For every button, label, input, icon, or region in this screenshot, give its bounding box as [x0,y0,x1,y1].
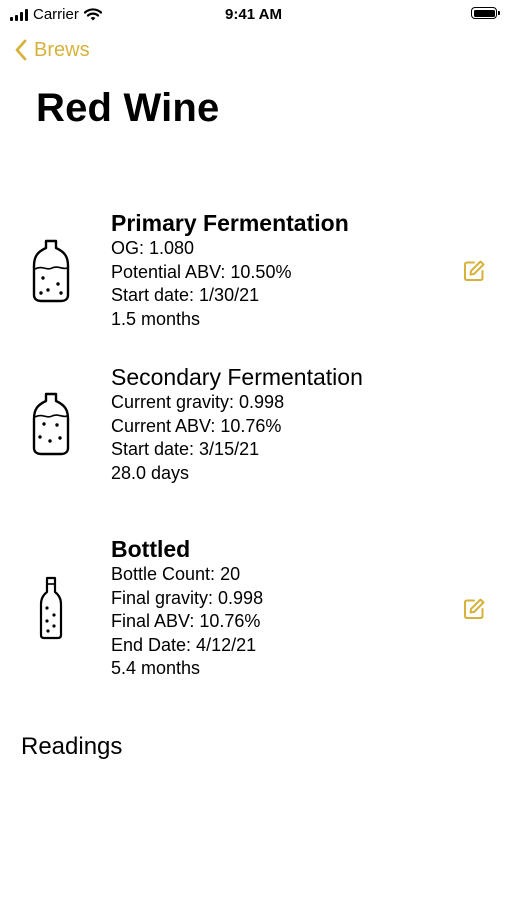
page-title: Red Wine [36,86,220,130]
stage-bottle-count: Bottle Count: 20 [111,564,241,584]
stage-start-date: Start date: 3/15/21 [111,439,260,459]
chevron-left-icon [15,39,27,61]
stage-duration: 28.0 days [111,462,190,483]
carboy-icon [32,392,70,456]
status-bar: Carrier 9:41 AM [0,0,507,28]
stage-start-date: Start date: 1/30/21 [111,285,260,305]
stage-duration: 5.4 months [111,658,201,678]
stage-final-gravity: Final gravity: 0.998 [111,587,264,608]
status-time: 9:41 AM [225,6,282,23]
stage-end-date: End Date: 4/12/21 [111,634,257,655]
stage-primary-details: Primary Fermentation OG: 1.080 Potential… [111,209,349,331]
stage-title: Primary Fermentation [111,210,349,236]
back-button-label: Brews [34,38,90,61]
readings-heading: Readings [21,733,123,760]
back-button[interactable]: Brews [14,38,90,62]
stage-final-abv: Final ABV: 10.76% [111,611,261,631]
stage-current-gravity: Current gravity: 0.998 [111,392,285,412]
battery-icon [471,7,500,19]
stage-title: Secondary Fermentation [111,364,363,390]
stage-potential-abv: Potential ABV: 10.50% [111,261,292,282]
stage-og: OG: 1.080 [111,238,195,258]
stage-title: Bottled [111,536,191,562]
stage-current-abv: Current ABV: 10.76% [111,415,282,436]
bottle-icon [39,576,63,640]
stage-bottled-details: Bottled Bottle Count: 20 Final gravity: … [111,535,263,681]
stage-duration: 1.5 months [111,308,201,329]
carboy-icon [32,239,70,303]
edit-icon[interactable] [462,259,486,283]
edit-icon[interactable] [462,597,486,621]
stage-secondary-details: Secondary Fermentation Current gravity: … [111,363,363,485]
